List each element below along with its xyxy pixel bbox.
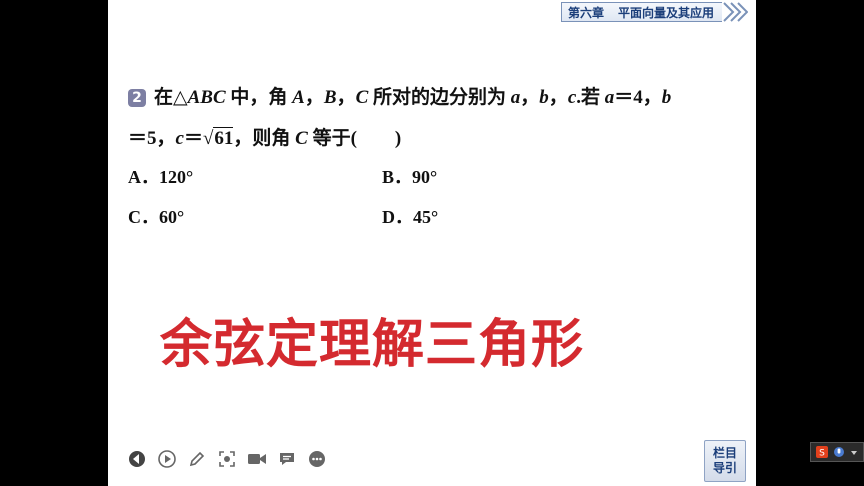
problem-line-2: ＝5，c＝√61，则角 C 等于( ) xyxy=(128,123,401,150)
section-nav-button[interactable]: 栏目 导引 xyxy=(704,440,746,482)
input-method-widget[interactable]: S xyxy=(810,442,864,462)
text: ， xyxy=(304,87,324,108)
screenshot-icon[interactable] xyxy=(216,448,238,470)
choice-d: D．45° xyxy=(382,207,439,227)
nav-label-line1: 栏目 xyxy=(712,446,737,460)
text: C xyxy=(355,87,369,108)
text: b xyxy=(539,87,549,108)
sqrt-expression: √61 xyxy=(202,127,234,150)
more-icon[interactable] xyxy=(306,448,328,470)
sogou-logo-icon: S xyxy=(815,446,828,459)
choice-b: B．90° xyxy=(382,167,438,187)
text: 在△ xyxy=(154,87,188,108)
svg-text:S: S xyxy=(819,449,825,459)
presentation-toolbar xyxy=(126,448,328,470)
comment-icon[interactable] xyxy=(276,448,298,470)
sqrt-symbol: √ xyxy=(202,128,214,149)
chapter-header: 第六章 平面向量及其应用 xyxy=(560,2,748,22)
sqrt-radicand: 61 xyxy=(213,127,234,149)
chapter-label-box: 第六章 平面向量及其应用 xyxy=(560,2,722,22)
text: ABC xyxy=(187,87,226,108)
choice-c: C．60° xyxy=(128,207,185,227)
back-icon[interactable] xyxy=(126,448,148,470)
text: C xyxy=(295,128,308,149)
text: ， xyxy=(336,87,356,108)
text: b xyxy=(661,87,672,108)
text: ， xyxy=(548,87,568,108)
text: 等于( ) xyxy=(307,128,402,149)
text: a xyxy=(510,87,521,108)
chevron-down-icon xyxy=(851,451,858,455)
problem-number-badge: 2 xyxy=(128,89,146,107)
camera-icon[interactable] xyxy=(246,448,268,470)
problem-line-1: 2 在△ABC 中，角 A，B，C 所对的边分别为 a，b，c.若 a＝4，b xyxy=(128,82,671,109)
text: a xyxy=(604,87,615,108)
text: .若 xyxy=(576,87,605,108)
text: A xyxy=(292,87,305,108)
slide-canvas: 第六章 平面向量及其应用 2 在△ABC 中，角 A，B，C 所对的边分别为 a，… xyxy=(108,0,756,486)
pen-icon[interactable] xyxy=(186,448,208,470)
play-icon[interactable] xyxy=(156,448,178,470)
chapter-number: 第六章 xyxy=(567,5,604,20)
overlay-title: 余弦定理解三角形 xyxy=(160,315,585,375)
mic-icon xyxy=(833,447,844,457)
text: c xyxy=(175,128,184,149)
text: ，则角 xyxy=(233,128,296,149)
text: c xyxy=(567,87,577,108)
text: 中，角 xyxy=(225,87,293,108)
text: ， xyxy=(520,87,540,108)
chevron-right-icon xyxy=(723,2,748,22)
text: ＝ xyxy=(183,128,203,149)
text: 所对的边分别为 xyxy=(368,87,511,108)
choice-a: A．120° xyxy=(128,167,194,187)
text: B xyxy=(323,87,337,108)
chapter-title: 平面向量及其应用 xyxy=(617,5,714,20)
text: ＝4， xyxy=(614,87,662,108)
nav-label-line2: 导引 xyxy=(712,461,737,475)
text: ＝5， xyxy=(128,128,176,149)
